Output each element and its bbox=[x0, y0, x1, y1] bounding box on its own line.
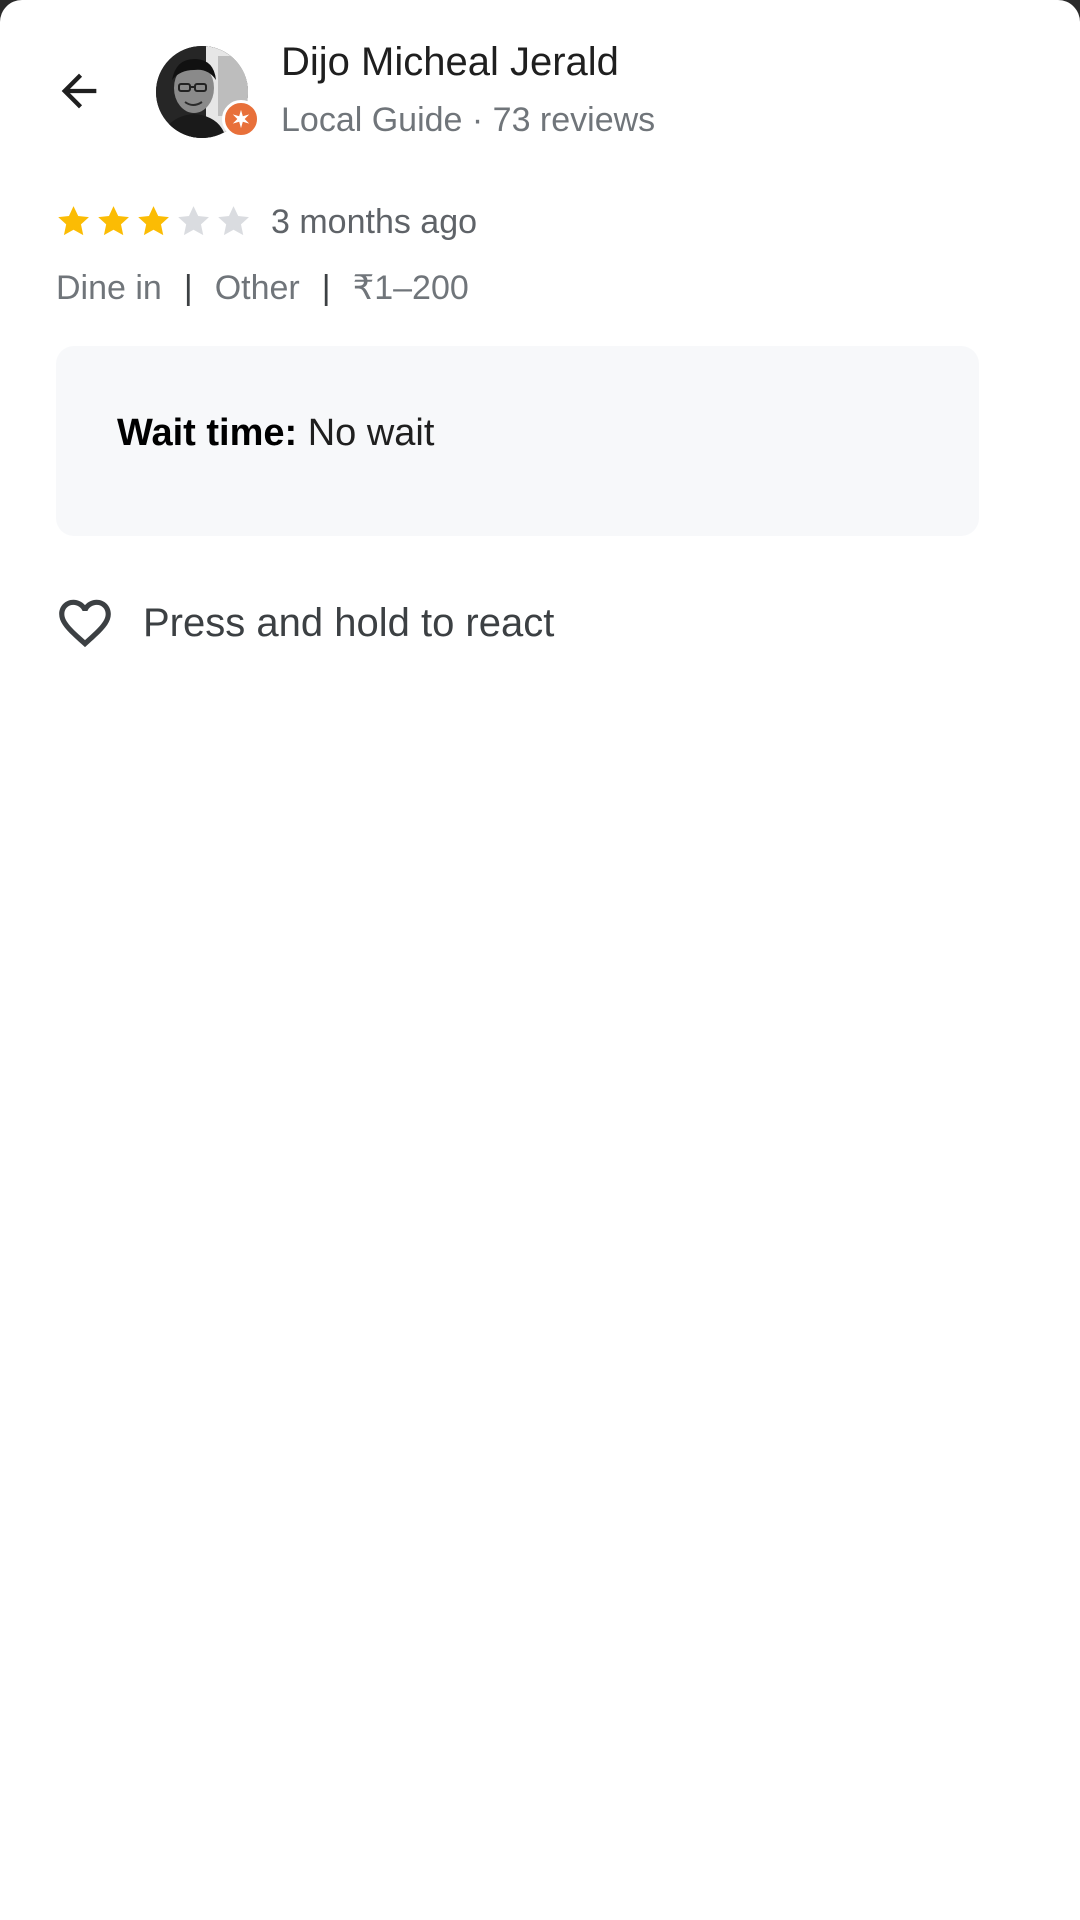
star-icon-5 bbox=[218, 206, 249, 236]
react-button[interactable]: Press and hold to react bbox=[54, 592, 554, 654]
review-meta: Dine in | Other | ₹1–200 bbox=[56, 268, 469, 308]
meta-separator: | bbox=[321, 268, 331, 307]
star-icon-3 bbox=[138, 206, 169, 236]
local-guide-badge bbox=[222, 100, 260, 138]
heart-outline-icon bbox=[59, 599, 111, 648]
meta-meal-type: Other bbox=[214, 268, 300, 307]
attribute-value: No wait bbox=[307, 412, 435, 454]
react-label: Press and hold to react bbox=[143, 600, 555, 645]
local-guide-star-icon bbox=[232, 109, 250, 129]
wait-time-attribute: Wait time: No wait bbox=[117, 412, 434, 455]
review-detail-sheet: Dijo Micheal Jerald Local Guide · 73 rev… bbox=[0, 0, 1080, 1920]
attribute-label: Wait time: bbox=[117, 412, 298, 454]
arrow-back-icon bbox=[61, 73, 97, 109]
star-icon-4 bbox=[178, 206, 209, 236]
star-rating bbox=[54, 202, 253, 241]
star-icon-2 bbox=[98, 206, 129, 236]
meta-service: Dine in bbox=[56, 268, 162, 307]
review-attributes-card: Wait time: No wait bbox=[56, 346, 979, 536]
back-button[interactable] bbox=[40, 52, 118, 130]
meta-separator: | bbox=[183, 268, 193, 307]
reviewer-name[interactable]: Dijo Micheal Jerald bbox=[281, 40, 619, 85]
review-time-ago: 3 months ago bbox=[271, 203, 478, 241]
meta-price: ₹1–200 bbox=[352, 269, 469, 307]
star-icon-1 bbox=[58, 206, 89, 236]
reviewer-subtitle: Local Guide · 73 reviews bbox=[281, 101, 656, 139]
